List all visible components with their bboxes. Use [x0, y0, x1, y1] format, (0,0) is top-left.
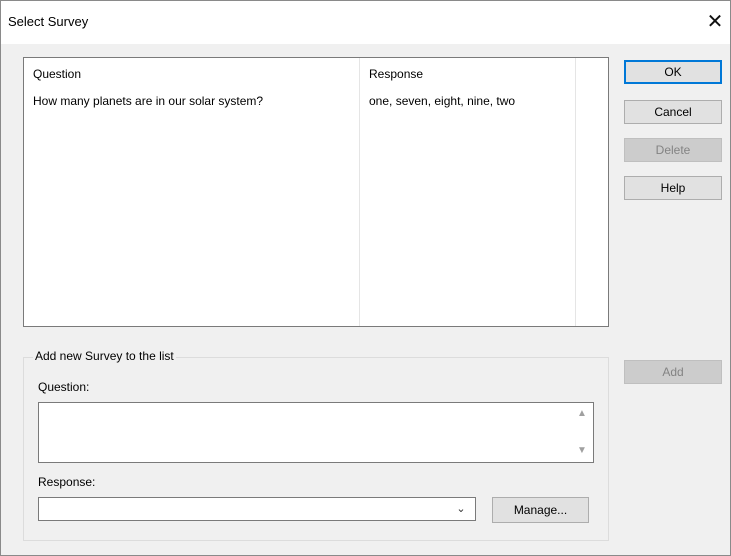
cancel-button[interactable]: Cancel: [624, 100, 722, 124]
list-item-response: one, seven, eight, nine, two: [369, 94, 516, 108]
close-icon[interactable]: ✕: [703, 10, 727, 34]
manage-button[interactable]: Manage...: [492, 497, 589, 523]
list-item-question: How many planets are in our solar system…: [33, 94, 264, 108]
survey-list[interactable]: Question Response How many planets are i…: [23, 57, 609, 327]
question-label: Question:: [38, 380, 90, 394]
ok-button[interactable]: OK: [624, 60, 722, 84]
chevron-down-icon[interactable]: ⌄: [455, 503, 467, 515]
column-header-response[interactable]: Response: [369, 67, 423, 81]
scroll-down-icon[interactable]: ▼: [577, 446, 587, 456]
scroll-up-icon[interactable]: ▲: [577, 409, 587, 419]
title-bar: Select Survey ✕: [0, 0, 731, 44]
add-button[interactable]: Add: [624, 360, 722, 384]
window-title: Select Survey: [8, 14, 89, 29]
help-button[interactable]: Help: [624, 176, 722, 200]
response-combobox[interactable]: ⌄: [38, 497, 476, 521]
column-separator[interactable]: [359, 58, 360, 326]
column-header-question[interactable]: Question: [33, 67, 81, 81]
question-input[interactable]: ▲ ▼: [38, 402, 594, 463]
delete-button[interactable]: Delete: [624, 138, 722, 162]
group-legend: Add new Survey to the list: [33, 349, 176, 363]
response-label: Response:: [38, 475, 96, 489]
column-separator[interactable]: [575, 58, 576, 326]
